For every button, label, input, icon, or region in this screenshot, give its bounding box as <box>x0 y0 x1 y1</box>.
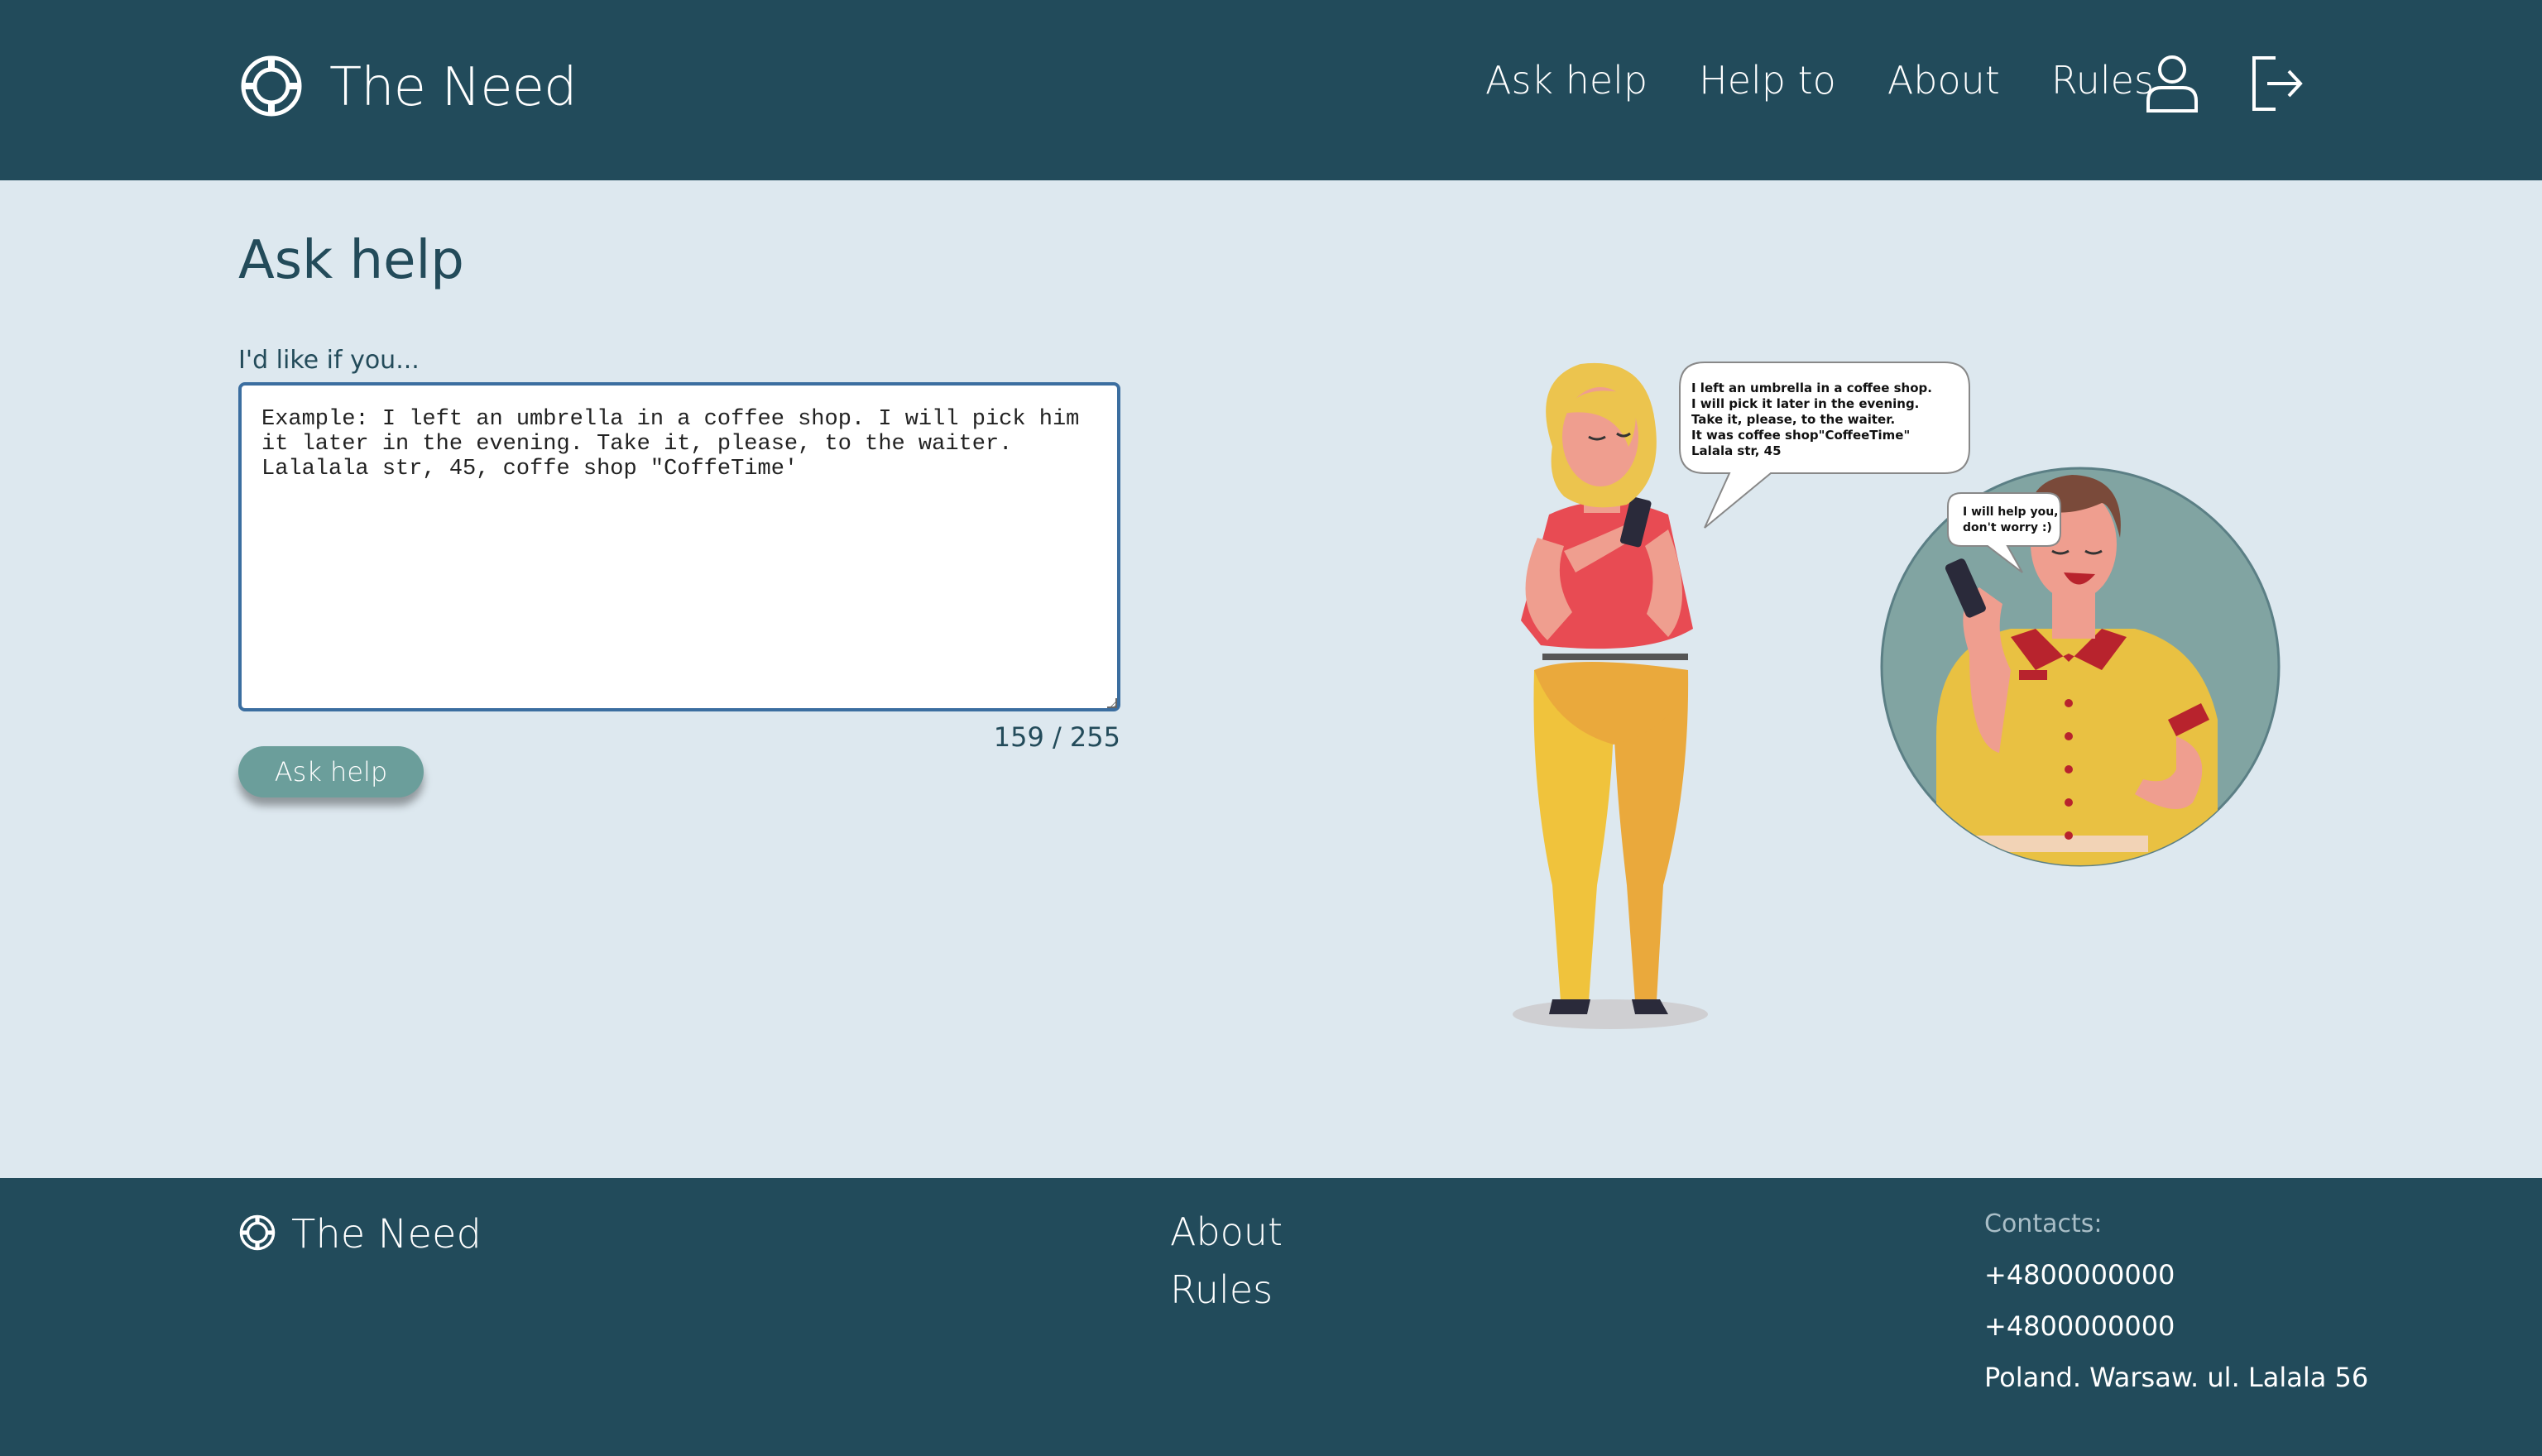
page-title: Ask help <box>238 230 464 291</box>
contacts-label: Contacts: <box>1984 1209 2103 1238</box>
nav-about[interactable]: About <box>1887 58 2000 103</box>
contact-phone-1[interactable]: +4800000000 <box>1984 1259 2175 1291</box>
site-header: The Need Ask help Help to About Rules <box>0 0 2542 180</box>
ask-help-button[interactable]: Ask help <box>238 746 424 797</box>
logo-text: The Need <box>329 57 578 118</box>
contact-phone-2[interactable]: +4800000000 <box>1984 1310 2175 1342</box>
request-label: I'd like if you... <box>238 346 420 375</box>
nav-rules[interactable]: Rules <box>2051 58 2154 103</box>
logo[interactable]: The Need <box>238 53 578 122</box>
user-icon[interactable] <box>2143 53 2201 114</box>
lifebuoy-icon <box>238 1214 276 1255</box>
char-counter: 159 / 255 <box>993 721 1120 753</box>
nav-ask-help[interactable]: Ask help <box>1485 58 1648 103</box>
nav-help-to[interactable]: Help to <box>1699 58 1836 103</box>
request-textarea[interactable]: Example: I left an umbrella in a coffee … <box>238 382 1120 711</box>
help-illustration: I left an umbrella in a coffee shop. I w… <box>1513 362 2281 1029</box>
site-footer: The Need About Rules Contacts: +48000000… <box>0 1178 2542 1456</box>
main-nav: Ask help Help to About Rules <box>1485 58 2205 103</box>
footer-link-rules[interactable]: Rules <box>1170 1267 1273 1312</box>
lifebuoy-icon <box>238 53 305 122</box>
footer-link-about[interactable]: About <box>1170 1209 1283 1254</box>
footer-logo[interactable]: The Need <box>238 1211 482 1257</box>
resize-handle[interactable] <box>1107 698 1117 708</box>
logout-icon[interactable] <box>2247 53 2305 114</box>
contact-address: Poland. Warsaw. ul. Lalala 56 <box>1984 1362 2369 1393</box>
footer-logo-text: The Need <box>291 1211 482 1257</box>
